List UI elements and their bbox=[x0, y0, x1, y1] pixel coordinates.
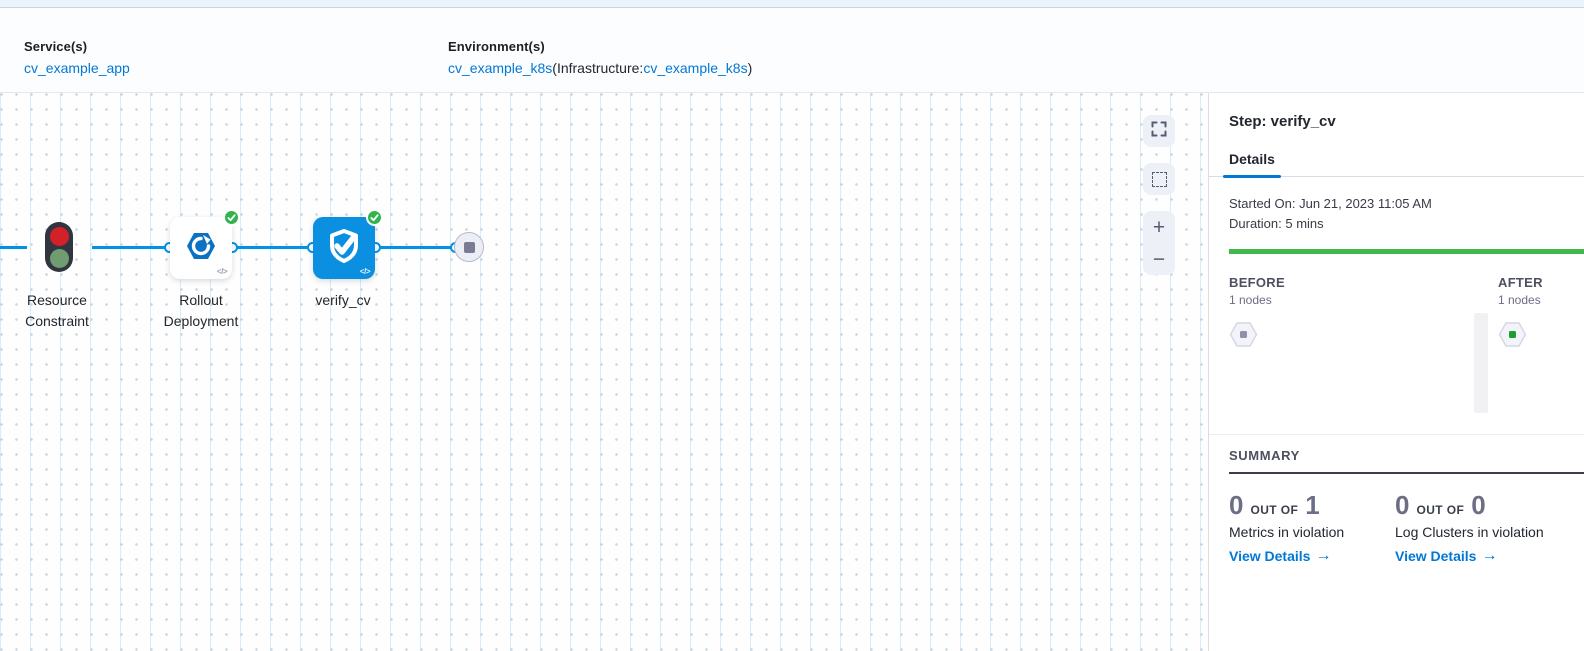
traffic-light-green-icon bbox=[50, 249, 69, 268]
nodes-compare-section: BEFORE 1 nodes AFTER 1 nodes bbox=[1209, 254, 1584, 430]
tab-details[interactable]: Details bbox=[1229, 151, 1275, 176]
metrics-total-count: 1 bbox=[1305, 490, 1319, 521]
step-title: Step: verify_cv bbox=[1209, 93, 1584, 130]
before-count: 1 nodes bbox=[1229, 293, 1474, 307]
service-link[interactable]: cv_example_app bbox=[24, 60, 130, 76]
marquee-select-icon bbox=[1152, 172, 1167, 187]
pipeline-canvas[interactable]: Resource Constraint </> Rollout Deployme… bbox=[0, 93, 1208, 651]
pipeline-edge bbox=[378, 246, 452, 249]
environment-block: Environment(s) cv_example_k8s(Infrastruc… bbox=[448, 39, 752, 76]
zoom-out-button[interactable]: − bbox=[1143, 243, 1175, 275]
marquee-select-button[interactable] bbox=[1143, 163, 1175, 195]
code-icon: </> bbox=[217, 267, 227, 276]
summary-section: SUMMARY 0 OUT OF 1 Metrics in violation … bbox=[1209, 434, 1584, 565]
zoom-controls: + − bbox=[1143, 211, 1175, 275]
after-node-hexagon[interactable] bbox=[1498, 321, 1584, 353]
service-block: Service(s) cv_example_app bbox=[24, 39, 130, 76]
logs-view-details-link[interactable]: View Details → bbox=[1395, 547, 1561, 565]
shield-check-icon bbox=[322, 224, 366, 273]
stop-icon bbox=[464, 242, 475, 253]
metrics-violation-label: Metrics in violation bbox=[1229, 524, 1395, 540]
after-column: AFTER 1 nodes bbox=[1498, 275, 1584, 430]
zoom-in-button[interactable]: + bbox=[1143, 211, 1175, 243]
before-node-hexagon[interactable] bbox=[1229, 321, 1474, 353]
duration-text: Duration: 5 mins bbox=[1229, 214, 1584, 234]
pipeline-end-node bbox=[454, 232, 484, 262]
success-badge-icon bbox=[223, 209, 240, 226]
logs-current-count: 0 bbox=[1395, 490, 1409, 521]
out-of-label: OUT OF bbox=[1250, 503, 1298, 517]
code-icon: </> bbox=[360, 267, 370, 276]
pipeline-edge bbox=[0, 246, 27, 249]
panel-tabbar: Details bbox=[1209, 151, 1584, 177]
node-label-verify-cv: verify_cv bbox=[283, 290, 403, 311]
tab-details-label: Details bbox=[1229, 151, 1275, 167]
rollout-icon bbox=[182, 227, 220, 270]
environment-link[interactable]: cv_example_k8s bbox=[448, 60, 552, 76]
environment-suffix: ) bbox=[748, 60, 753, 76]
node-label-rollout-deployment: Rollout Deployment bbox=[141, 290, 261, 332]
metrics-view-details-link[interactable]: View Details → bbox=[1229, 547, 1395, 565]
environment-label: Environment(s) bbox=[448, 39, 752, 54]
log-clusters-violation-label: Log Clusters in violation bbox=[1395, 524, 1561, 540]
arrow-right-icon: → bbox=[1315, 547, 1331, 565]
pipeline-edge bbox=[236, 246, 310, 249]
infrastructure-prefix: (Infrastructure: bbox=[552, 60, 643, 76]
metrics-violation-stat: 0 OUT OF 1 Metrics in violation View Det… bbox=[1229, 490, 1395, 565]
traffic-light-red-icon bbox=[50, 227, 69, 246]
view-details-label: View Details bbox=[1229, 548, 1310, 564]
out-of-label: OUT OF bbox=[1416, 503, 1464, 517]
before-label: BEFORE bbox=[1229, 275, 1474, 290]
success-badge-icon bbox=[366, 209, 383, 226]
started-on-text: Started On: Jun 21, 2023 11:05 AM bbox=[1229, 194, 1584, 214]
view-details-label: View Details bbox=[1395, 548, 1476, 564]
window-top-strip bbox=[0, 0, 1584, 8]
pipeline-edge bbox=[92, 246, 168, 249]
logs-total-count: 0 bbox=[1471, 490, 1485, 521]
verify-cv-node[interactable]: </> bbox=[313, 217, 375, 279]
node-label-resource-constraint: Resource Constraint bbox=[2, 290, 112, 332]
arrow-right-icon: → bbox=[1481, 547, 1497, 565]
log-clusters-violation-stat: 0 OUT OF 0 Log Clusters in violation Vie… bbox=[1395, 490, 1561, 565]
compare-scrollbar[interactable] bbox=[1474, 313, 1488, 413]
fullscreen-icon bbox=[1151, 121, 1167, 142]
execution-header: Service(s) cv_example_app Environment(s)… bbox=[0, 8, 1584, 93]
service-label: Service(s) bbox=[24, 39, 130, 54]
infrastructure-link[interactable]: cv_example_k8s bbox=[643, 60, 747, 76]
metrics-current-count: 0 bbox=[1229, 490, 1243, 521]
before-column: BEFORE 1 nodes bbox=[1229, 275, 1474, 430]
fullscreen-button[interactable] bbox=[1143, 115, 1175, 147]
tab-active-indicator bbox=[1223, 175, 1281, 178]
rollout-deployment-node[interactable]: </> bbox=[170, 217, 232, 279]
summary-label: SUMMARY bbox=[1229, 448, 1584, 474]
after-label: AFTER bbox=[1498, 275, 1584, 290]
after-count: 1 nodes bbox=[1498, 293, 1584, 307]
step-details-panel: Step: verify_cv Details Started On: Jun … bbox=[1208, 93, 1584, 651]
resource-constraint-node[interactable] bbox=[45, 222, 73, 272]
